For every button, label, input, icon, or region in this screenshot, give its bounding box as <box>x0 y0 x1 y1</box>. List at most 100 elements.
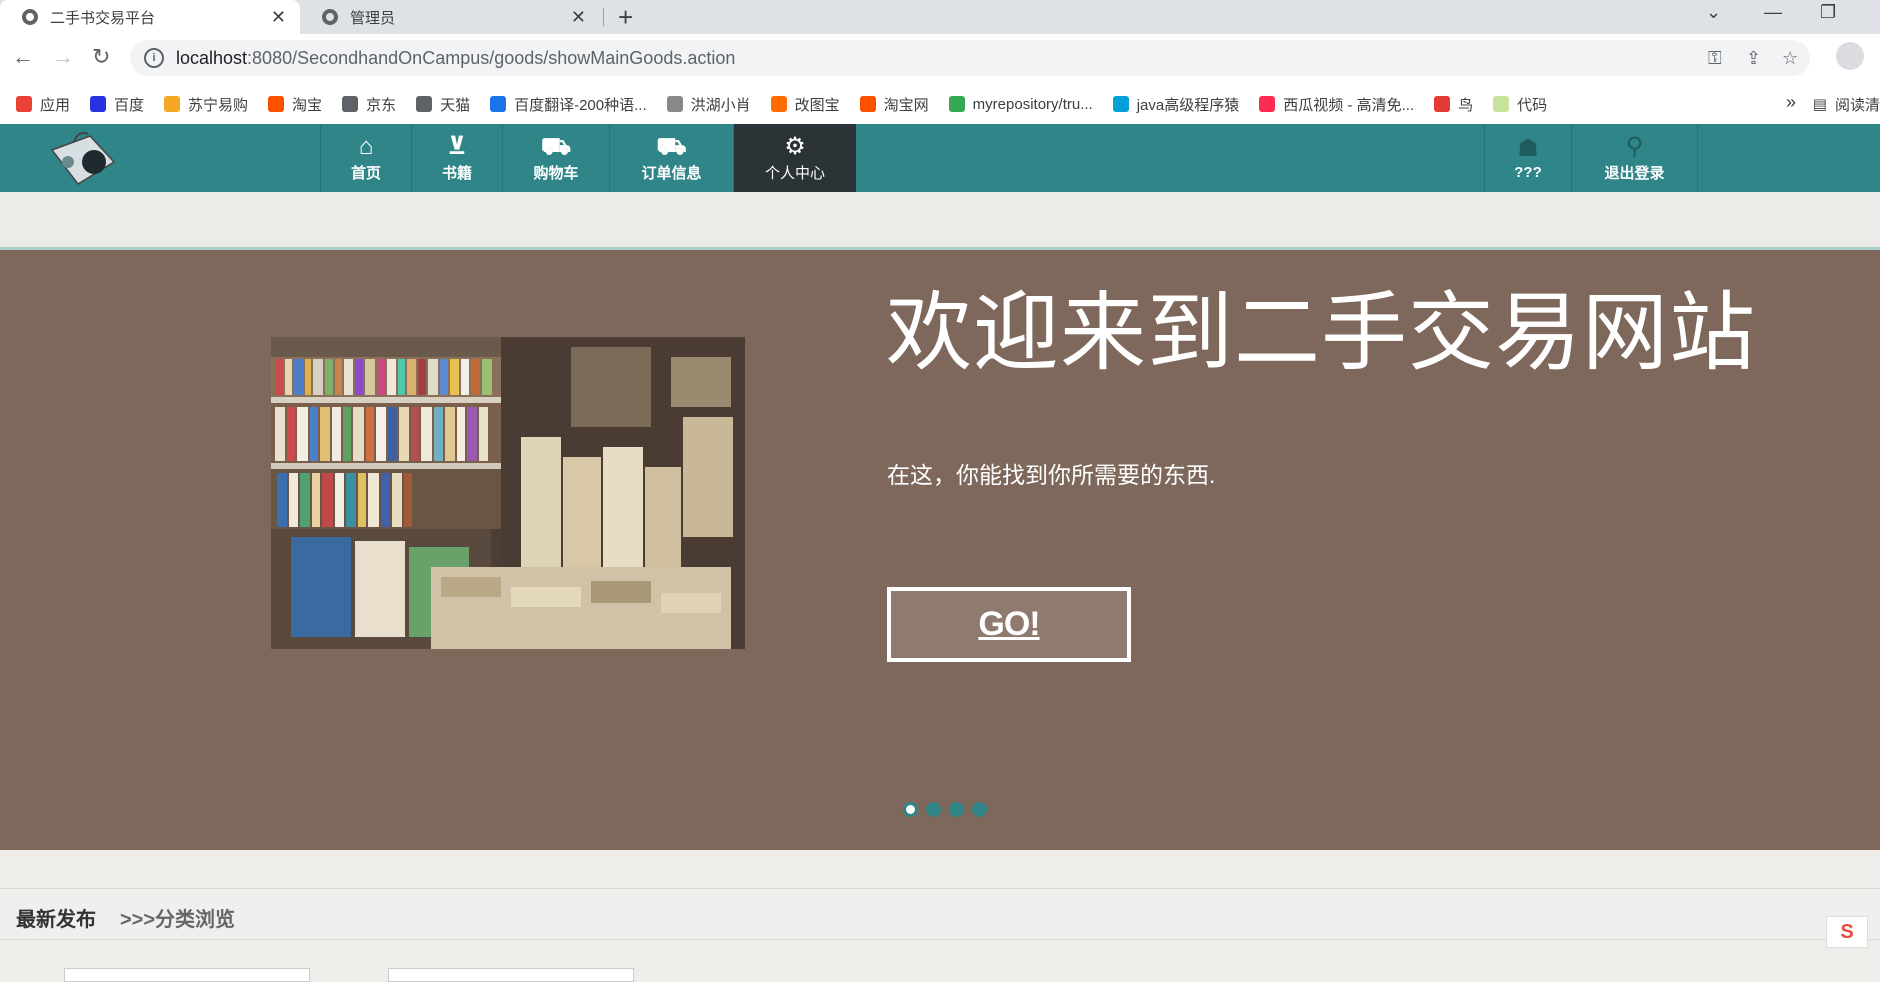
bookmark-label: 改图宝 <box>794 96 840 114</box>
carousel-dot[interactable] <box>903 802 918 817</box>
bookmark-icon <box>1493 96 1510 112</box>
share-icon[interactable]: ⇪ <box>1746 48 1761 69</box>
goods-card[interactable] <box>64 968 310 982</box>
carousel-dot[interactable] <box>949 802 964 817</box>
bookmark-icon <box>342 96 359 112</box>
users-icon: ☗ <box>1517 134 1539 162</box>
url-host: localhost <box>176 47 248 68</box>
site-logo[interactable] <box>44 128 124 190</box>
nav-unknown[interactable]: ☗ ??? <box>1484 124 1571 192</box>
bookmark-item[interactable]: 苏宁易购 <box>164 94 248 115</box>
bookmark-icon <box>1112 96 1129 112</box>
key-icon[interactable]: ⚿ <box>1708 48 1722 69</box>
tab-latest[interactable]: 最新发布 <box>16 903 96 932</box>
nav-home[interactable]: ⌂ 首页 <box>320 124 411 192</box>
nav-logout-label: 退出登录 <box>1604 164 1665 182</box>
go-button[interactable]: GO! <box>887 587 1131 662</box>
bookmark-item[interactable]: 淘宝 <box>268 94 322 115</box>
listing-tabs: 最新发布 >>>分类浏览 <box>0 888 1880 940</box>
close-icon[interactable]: ✕ <box>271 7 286 28</box>
site-navbar: ⌂ 首页 ⊻ 书籍 ⛟ 购物车 ⛟ 订单信息 ⚙ 个人中心 ☗ ??? ⚲ 退出… <box>0 124 1880 192</box>
bookmark-label: 西瓜视频 - 高清免... <box>1283 96 1415 114</box>
bookmark-label: 代码 <box>1517 96 1548 114</box>
tab-title: 二手书交易平台 <box>50 9 156 27</box>
goods-card[interactable] <box>388 968 634 982</box>
bookmark-item[interactable]: 鸟 <box>1434 94 1473 115</box>
bookmark-item[interactable]: 西瓜视频 - 高清免... <box>1259 94 1414 115</box>
bookmark-label: 鸟 <box>1458 96 1474 114</box>
reading-list-icon: ▤ <box>1812 96 1827 113</box>
profile-avatar[interactable] <box>1836 42 1864 70</box>
minimize-icon[interactable]: — <box>1764 2 1782 23</box>
bookmark-item[interactable]: 百度翻译-200种语... <box>490 94 647 115</box>
home-icon: ⌂ <box>358 132 374 160</box>
nav-unknown-label: ??? <box>1514 163 1542 181</box>
nav-orders[interactable]: ⛟ 订单信息 <box>609 124 733 192</box>
carousel-dot[interactable] <box>972 802 987 817</box>
close-icon[interactable]: ✕ <box>571 7 586 28</box>
nav-books[interactable]: ⊻ 书籍 <box>411 124 502 192</box>
browser-tab[interactable]: 管理员 ✕ <box>300 0 600 34</box>
bookmark-icon <box>416 96 433 112</box>
nav-profile[interactable]: ⚙ 个人中心 <box>733 124 856 192</box>
basket-icon: ⊻ <box>447 132 467 160</box>
bookmark-label: myrepository/tru... <box>972 95 1093 113</box>
cart-icon: ⛟ <box>540 132 572 160</box>
nav-cart[interactable]: ⛟ 购物车 <box>502 124 609 192</box>
bookmarks-bar: 应用 百度 苏宁易购 淘宝 京东 天猫 百度翻译-200种语... 洪湖小肖 改图宝 淘宝网 myr… <box>0 84 1880 125</box>
tab-separator <box>603 8 604 26</box>
nav-orders-label: 订单信息 <box>641 164 702 182</box>
bookmark-item[interactable]: 百度 <box>90 94 144 115</box>
tab-title: 管理员 <box>350 9 396 27</box>
bookmark-label: 百度翻译-200种语... <box>514 96 647 114</box>
sogou-ime-badge[interactable]: S <box>1826 916 1868 948</box>
url-path: :8080/SecondhandOnCampus/goods/showMainG… <box>247 47 736 68</box>
nav-logout[interactable]: ⚲ 退出登录 <box>1571 124 1698 192</box>
new-tab-button[interactable]: + <box>618 2 633 33</box>
user-settings-icon: ⚙ <box>784 132 806 160</box>
info-icon[interactable]: i <box>144 48 164 68</box>
restore-icon[interactable]: ❐ <box>1820 2 1836 23</box>
tab-browse-category[interactable]: >>>分类浏览 <box>120 903 235 932</box>
bookmark-item[interactable]: 代码 <box>1493 94 1547 115</box>
bookmark-icon <box>90 96 107 112</box>
bookmark-icon <box>268 96 285 112</box>
bookmark-icon <box>164 96 181 112</box>
bookmark-label: 京东 <box>366 96 397 114</box>
tab-search-icon[interactable]: ⌄ <box>1706 2 1721 23</box>
bookmark-icon <box>948 96 965 112</box>
bookmark-icon <box>16 96 32 112</box>
bookmark-item[interactable]: java高级程序猿 <box>1112 94 1239 115</box>
bookshelf-photo <box>271 337 745 649</box>
bookmark-item[interactable]: myrepository/tru... <box>948 95 1093 113</box>
bookmark-icon <box>1259 96 1276 112</box>
forward-button[interactable]: → <box>52 44 74 70</box>
bookmark-item[interactable]: 京东 <box>342 94 396 115</box>
reload-button[interactable]: ↻ <box>92 44 110 70</box>
bookmark-label: 应用 <box>40 96 71 114</box>
browser-toolbar: ← → ↻ i localhost:8080/SecondhandOnCampu… <box>0 34 1880 84</box>
bookmark-item[interactable]: 改图宝 <box>770 94 840 115</box>
globe-icon <box>22 9 38 25</box>
bookmark-item[interactable]: 洪湖小肖 <box>666 94 751 115</box>
bookmark-icon <box>666 96 683 112</box>
bookmark-item[interactable]: 天猫 <box>416 94 470 115</box>
reading-list[interactable]: ▤ 阅读清 <box>1813 84 1880 124</box>
bookmark-label: 洪湖小肖 <box>690 96 751 114</box>
bookmark-icon <box>859 96 876 112</box>
carousel-dot[interactable] <box>926 802 941 817</box>
star-icon[interactable]: ☆ <box>1782 48 1798 69</box>
bookmarks-more-button[interactable]: » <box>1786 92 1796 113</box>
browser-tab-active[interactable]: 二手书交易平台 ✕ <box>0 0 300 34</box>
bookmark-item[interactable]: 应用 <box>16 94 70 115</box>
pin-icon: ⚲ <box>1625 132 1644 160</box>
bookmark-item[interactable]: 淘宝网 <box>859 94 929 115</box>
bookmark-icon <box>490 96 507 112</box>
nav-books-label: 书籍 <box>441 164 472 182</box>
bookmark-icon <box>770 96 787 112</box>
bookmark-label: 淘宝 <box>292 96 323 114</box>
bookmark-label: 天猫 <box>440 96 471 114</box>
back-button[interactable]: ← <box>12 44 34 70</box>
address-bar[interactable]: i localhost:8080/SecondhandOnCampus/good… <box>130 40 1810 76</box>
globe-icon <box>322 9 338 25</box>
